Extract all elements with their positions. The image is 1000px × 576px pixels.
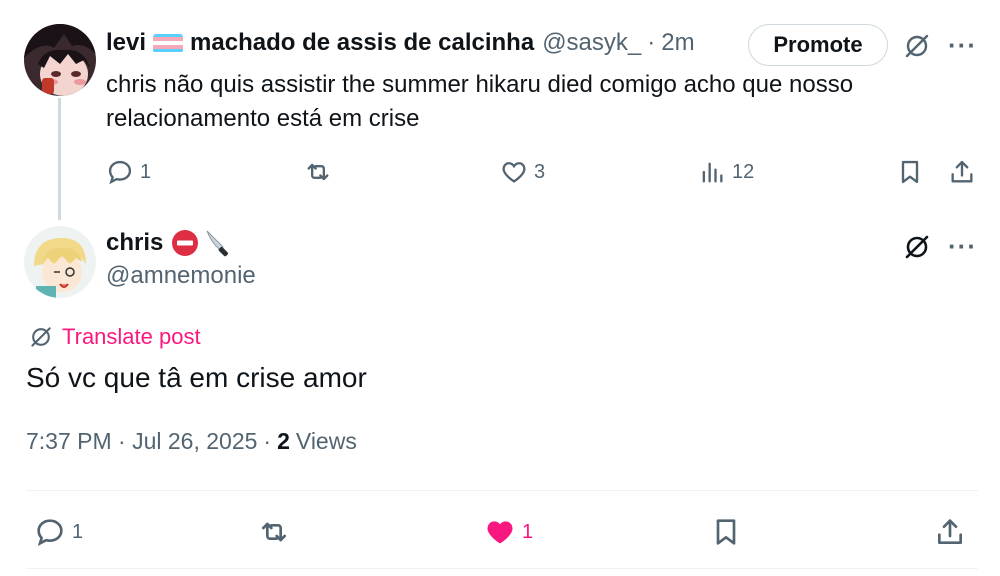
thread-connector-line bbox=[58, 98, 61, 220]
repost-button[interactable] bbox=[258, 516, 290, 548]
bookmark-button[interactable] bbox=[896, 158, 924, 186]
reply-count: 1 bbox=[72, 520, 84, 543]
grok-icon[interactable] bbox=[902, 232, 932, 262]
reply-button[interactable]: 1 bbox=[106, 158, 151, 186]
avatar-levi[interactable] bbox=[24, 24, 96, 96]
post-time[interactable]: 2m bbox=[661, 29, 694, 57]
grok-icon[interactable] bbox=[902, 31, 932, 61]
share-icon bbox=[951, 160, 973, 183]
repost-button[interactable] bbox=[304, 158, 332, 186]
promote-button[interactable]: Promote bbox=[748, 24, 888, 66]
reply-icon bbox=[108, 160, 132, 185]
reply-button[interactable]: 1 bbox=[34, 516, 83, 548]
views-count: 12 bbox=[732, 160, 755, 183]
share-icon bbox=[938, 519, 962, 544]
like-icon bbox=[487, 521, 513, 544]
like-icon bbox=[502, 162, 526, 183]
divider bbox=[26, 490, 978, 491]
share-button[interactable] bbox=[934, 516, 966, 548]
post-meta: 7:37 PM · Jul 26, 2025 · 2 Views bbox=[26, 428, 357, 455]
knife-emoji bbox=[203, 228, 233, 258]
bookmark-button[interactable] bbox=[710, 516, 742, 548]
translate-label[interactable]: Translate post bbox=[62, 324, 201, 350]
like-button[interactable]: 3 bbox=[500, 158, 545, 186]
share-button[interactable] bbox=[948, 158, 976, 186]
trans-flag-emoji bbox=[153, 33, 184, 53]
divider bbox=[26, 568, 978, 569]
more-icon[interactable]: ··· bbox=[948, 32, 977, 58]
translate-post-link[interactable]: Translate post bbox=[28, 324, 201, 350]
reply-author-row: chris bbox=[106, 228, 233, 258]
post-timestamp[interactable]: 7:37 PM · Jul 26, 2025 bbox=[26, 428, 257, 455]
reply-count: 1 bbox=[140, 160, 152, 183]
reply-author-handle[interactable]: @amnemonie bbox=[106, 262, 256, 290]
more-icon[interactable]: ··· bbox=[948, 233, 977, 259]
separator-dot: · bbox=[263, 428, 272, 454]
avatar-chris[interactable] bbox=[24, 226, 96, 298]
post-header: levi machado de assis de calcinha @sasyk… bbox=[106, 26, 695, 60]
no-entry-emoji bbox=[171, 229, 199, 257]
post-text: chris não quis assistir the summer hikar… bbox=[106, 71, 854, 132]
translate-icon bbox=[31, 327, 51, 347]
reply-text: Só vc que tâ em crise amor bbox=[26, 362, 367, 393]
views-icon bbox=[702, 162, 723, 183]
reply-icon bbox=[37, 519, 63, 546]
like-count: 3 bbox=[534, 160, 546, 183]
views-label: Views bbox=[295, 428, 357, 454]
repost-icon bbox=[307, 163, 329, 181]
bookmark-icon bbox=[716, 519, 736, 545]
author-name-suffix[interactable]: machado de assis de calcinha bbox=[190, 29, 534, 57]
repost-icon bbox=[262, 522, 286, 542]
views-count: 2 bbox=[277, 428, 290, 454]
like-button[interactable]: 1 bbox=[484, 516, 533, 548]
reply-author-name[interactable]: chris bbox=[106, 229, 163, 257]
separator-dot: · bbox=[647, 29, 656, 56]
like-count: 1 bbox=[522, 520, 534, 543]
author-handle[interactable]: @sasyk_ bbox=[542, 29, 641, 57]
bookmark-icon bbox=[901, 160, 919, 184]
views-button[interactable]: 12 bbox=[698, 158, 754, 186]
author-name[interactable]: levi bbox=[106, 29, 146, 57]
